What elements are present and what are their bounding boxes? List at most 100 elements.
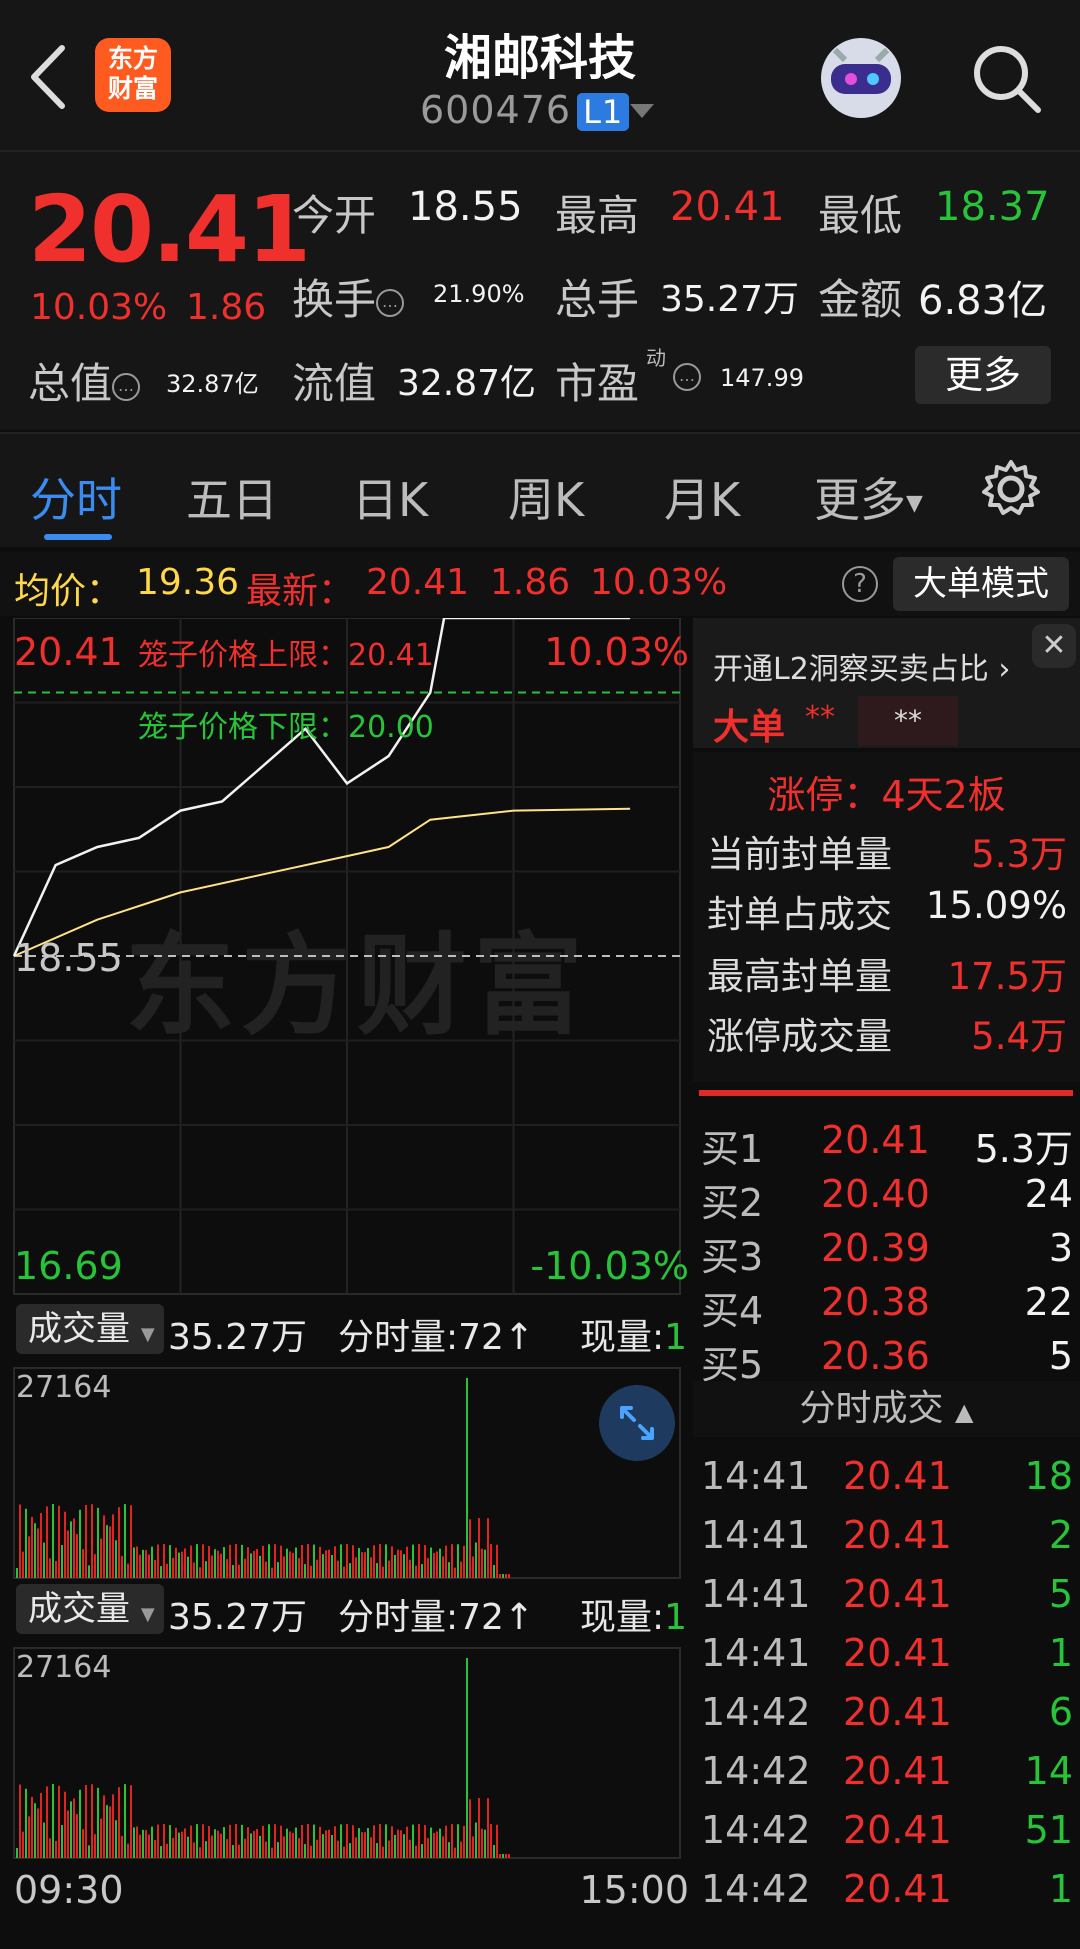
tick-time: 14:42 xyxy=(701,1749,811,1793)
volume-bar xyxy=(91,1784,93,1858)
volume-bar xyxy=(103,1795,105,1858)
help-icon[interactable]: ? xyxy=(842,566,878,602)
volume-bar xyxy=(127,1563,129,1578)
volume-bar xyxy=(142,1829,144,1858)
volume-bar xyxy=(19,1504,21,1578)
latest-value: 20.41 xyxy=(366,562,470,603)
volume-bar xyxy=(187,1836,189,1858)
volume-bar xyxy=(433,1552,435,1578)
top-bar: 东方财富 湘邮科技 600476 L1 xyxy=(0,0,1080,150)
volume-bar xyxy=(160,1846,162,1858)
volume-bar xyxy=(112,1514,114,1578)
bid-qty: 5 xyxy=(1048,1334,1073,1378)
volume-bar xyxy=(130,1785,132,1858)
stock-code[interactable]: 600476 L1 xyxy=(420,88,630,132)
search-icon[interactable] xyxy=(968,40,1044,116)
volume-selector-label: 成交量 xyxy=(28,1589,130,1629)
big-order-label: 大单 xyxy=(713,707,786,748)
volume-minute: 分时量:72↑ xyxy=(338,1597,535,1638)
close-icon[interactable]: ✕ xyxy=(1032,624,1076,668)
volume-bar xyxy=(22,1831,24,1858)
volume-bar xyxy=(205,1841,207,1858)
bid-level: 买1 xyxy=(701,1127,764,1171)
volume-bar xyxy=(247,1827,249,1858)
avg-value: 19.36 xyxy=(136,562,240,603)
volume-bar xyxy=(367,1548,369,1578)
volume-bar xyxy=(499,1854,501,1858)
volume-bar xyxy=(253,1550,255,1578)
volume-bar xyxy=(310,1565,312,1578)
volume-bar xyxy=(442,1836,444,1858)
float-value: 32.87亿 xyxy=(397,363,537,404)
chevron-right-icon: › xyxy=(998,652,1011,687)
active-tab-indicator xyxy=(44,534,112,540)
tab-five-day[interactable]: 五日 xyxy=(186,464,278,530)
volume-bar xyxy=(121,1835,123,1858)
volume-bar xyxy=(115,1540,117,1578)
amount-label: 金额 xyxy=(818,275,903,324)
row-value: 5.4万 xyxy=(971,1015,1067,1058)
volume-bar xyxy=(340,1544,342,1578)
last-price: 20.41 xyxy=(28,176,311,283)
chevron-down-icon[interactable] xyxy=(630,104,654,118)
volume-bar xyxy=(166,1843,168,1858)
volume-bar xyxy=(337,1560,339,1578)
big-order-buy-value: ** xyxy=(805,700,835,735)
volume-selector-2[interactable]: 成交量 ▼ xyxy=(16,1584,164,1634)
robot-avatar-icon[interactable] xyxy=(815,30,907,122)
tab-monthly-k[interactable]: 月K xyxy=(664,464,740,530)
volume-bar xyxy=(67,1530,69,1578)
volume-bar xyxy=(280,1545,282,1578)
gear-icon[interactable] xyxy=(980,458,1042,520)
volume-bar xyxy=(28,1536,30,1578)
volume-bar xyxy=(430,1827,432,1858)
volume-bar xyxy=(31,1516,33,1578)
volume-bar xyxy=(229,1544,231,1578)
volume-selector-1[interactable]: 成交量 ▼ xyxy=(16,1304,164,1354)
volume-bar xyxy=(58,1505,60,1578)
limit-up-box: 涨停：4天2板 当前封单量 5.3万 封单占成交 15.09% 最高封单量 17.5万… xyxy=(693,752,1080,1082)
volume-bar xyxy=(151,1546,153,1578)
volume-bar xyxy=(427,1838,429,1858)
limit-up-row: 涨停成交量 5.4万 xyxy=(707,1006,1067,1060)
intraday-chart[interactable]: 东方财富 20.41 10.03% 笼子价格上限：20.41 笼子价格下限：20… xyxy=(0,618,693,1949)
volume-bar xyxy=(235,1544,237,1578)
volume-bar xyxy=(46,1506,48,1578)
volume-bar xyxy=(247,1547,249,1578)
volume-bar xyxy=(445,1545,447,1578)
tick-price: 20.41 xyxy=(843,1690,952,1734)
bid-price: 20.41 xyxy=(821,1118,930,1162)
volume-bar xyxy=(460,1841,462,1858)
info-icon[interactable]: … xyxy=(673,363,701,391)
bid-price: 20.38 xyxy=(821,1280,930,1324)
tab-weekly-k[interactable]: 周K xyxy=(508,464,584,530)
more-button[interactable]: 更多 xyxy=(915,346,1051,404)
tick-price: 20.41 xyxy=(843,1749,952,1793)
big-order-mode-button[interactable]: 大单模式 xyxy=(893,557,1069,611)
volume-bar xyxy=(490,1544,492,1578)
volume-bar xyxy=(118,1507,120,1578)
info-icon[interactable]: … xyxy=(112,372,141,401)
tab-more[interactable]: 更多▼ xyxy=(814,464,923,530)
l2-promo[interactable]: 开通L2洞察买卖占比 › ✕ 大单 ** ** xyxy=(693,618,1080,748)
volume-bar xyxy=(502,1854,504,1858)
tab-daily-k[interactable]: 日K xyxy=(352,464,428,530)
right-panel: 开通L2洞察买卖占比 › ✕ 大单 ** ** 涨停：4天2板 当前封单量 5.3… xyxy=(693,618,1080,1949)
info-icon[interactable]: … xyxy=(376,288,405,317)
volume-bar xyxy=(421,1564,423,1578)
volume-bar xyxy=(94,1834,96,1858)
low-label: 最低 xyxy=(818,191,903,240)
volume-bar xyxy=(271,1567,273,1578)
tab-intraday[interactable]: 分时 xyxy=(30,464,122,530)
volume-bar xyxy=(145,1550,147,1578)
volume-bar xyxy=(16,1568,18,1578)
volume-bars-1 xyxy=(13,1367,681,1579)
expand-icon[interactable] xyxy=(598,1384,676,1462)
volume-bar xyxy=(28,1816,30,1858)
tick-header[interactable]: 分时成交 ▲ xyxy=(693,1381,1080,1437)
level-badge: L1 xyxy=(577,93,630,131)
volume-bar xyxy=(298,1558,300,1578)
volume-bar xyxy=(100,1538,102,1578)
volume-bar xyxy=(505,1854,507,1858)
tick-qty: 51 xyxy=(1024,1808,1073,1852)
